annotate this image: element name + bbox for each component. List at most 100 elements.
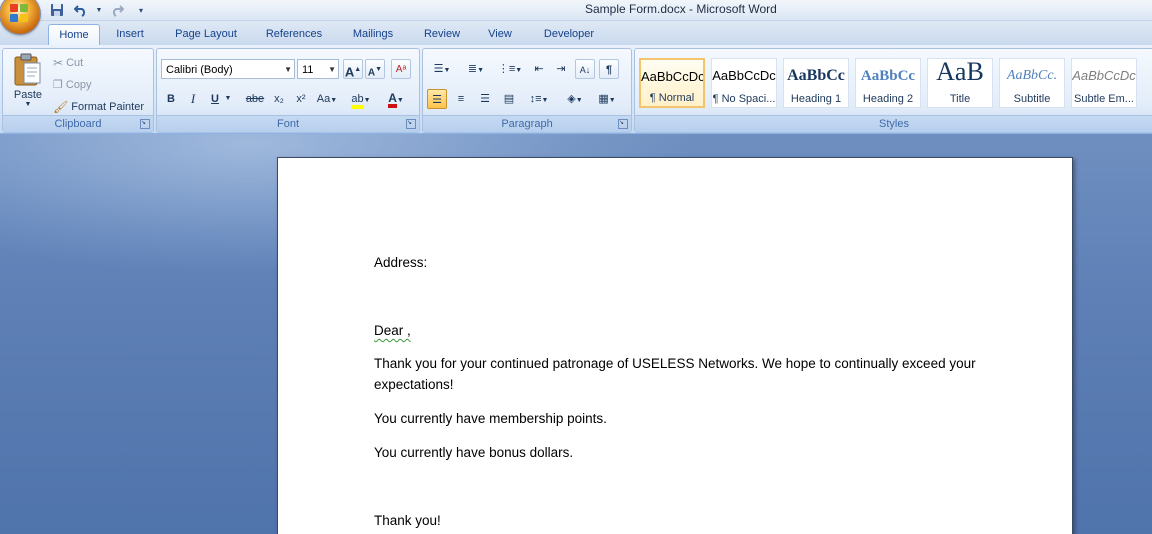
grow-font-icon: A <box>344 64 355 80</box>
copy-button[interactable]: ❐ Copy <box>53 78 92 92</box>
change-case-button[interactable]: Aa▼ <box>315 89 339 109</box>
style-name: Title <box>949 93 971 105</box>
font-name-value: Calibri (Body) <box>166 64 233 76</box>
justify-button[interactable]: ▤ <box>499 89 519 109</box>
borders-button[interactable]: ▦▼ <box>593 89 621 109</box>
decrease-indent-button[interactable]: ⇤ <box>529 59 549 79</box>
font-color-icon: A <box>388 92 397 108</box>
tab-page-layout[interactable]: Page Layout <box>168 24 244 45</box>
tab-review[interactable]: Review <box>418 24 466 45</box>
subscript-icon: x₂ <box>274 93 284 105</box>
format-painter-button[interactable]: 🖌 Format Painter <box>53 100 144 114</box>
align-center-icon: ≡ <box>457 93 465 105</box>
paragraph-group-label: Paragraph <box>423 115 631 132</box>
redo-icon[interactable] <box>108 2 126 18</box>
font-color-button[interactable]: A▼ <box>383 89 409 109</box>
font-group-label: Font <box>157 115 419 132</box>
doc-line-membership-points[interactable]: You currently have membership points. <box>374 411 607 426</box>
change-case-icon: Aa <box>316 93 331 105</box>
dialog-launcher-icon[interactable]: ↘ <box>140 119 150 129</box>
tab-home[interactable]: Home <box>48 24 100 46</box>
paste-label: Paste <box>13 89 43 101</box>
underline-icon: U <box>211 93 219 105</box>
style-sample: AaBbCc <box>787 67 845 84</box>
save-icon[interactable] <box>48 2 66 18</box>
style-no-spacing[interactable]: AaBbCcDc ¶ No Spaci... <box>711 58 777 108</box>
bold-button[interactable]: B <box>161 89 181 109</box>
increase-indent-icon: ⇥ <box>556 63 566 75</box>
customize-icon[interactable]: ▾ <box>132 2 150 18</box>
align-right-button[interactable]: ☰ <box>475 89 495 109</box>
doc-line-address[interactable]: Address: <box>374 255 427 270</box>
styles-group-label: Styles <box>635 115 1152 132</box>
line-spacing-icon: ↕≡ <box>529 93 542 105</box>
doc-line-dear[interactable]: Dear , <box>374 323 411 338</box>
style-title[interactable]: AaB Title <box>927 58 993 108</box>
dialog-launcher-icon[interactable]: ↘ <box>618 119 628 129</box>
bold-icon: B <box>167 93 175 105</box>
window-title: Sample Form.docx - Microsoft Word <box>585 2 777 16</box>
style-name: Heading 2 <box>862 93 914 105</box>
superscript-button[interactable]: x² <box>291 89 311 109</box>
ribbon-tabs: Home Insert Page Layout References Maili… <box>0 21 1152 46</box>
clear-formatting-button[interactable]: Aᵃ <box>391 59 411 79</box>
dialog-launcher-icon[interactable]: ↘ <box>406 119 416 129</box>
underline-dropdown[interactable]: ▼ <box>223 89 233 109</box>
doc-line-expectations[interactable]: expectations! <box>374 377 454 392</box>
font-size-value: 11 <box>302 64 314 76</box>
style-name: Subtle Em... <box>1074 93 1134 105</box>
tab-developer[interactable]: Developer <box>536 24 602 45</box>
font-group: Calibri (Body) ▼ 11 ▼ A▲ A▼ Aᵃ B I U ▼ a… <box>156 48 420 133</box>
style-sample: AaBbCcDc <box>641 69 703 84</box>
highlight-button[interactable]: ab▼ <box>349 89 373 109</box>
paste-button[interactable]: Paste ▼ <box>9 53 47 115</box>
shrink-font-button[interactable]: A▼ <box>365 59 385 79</box>
style-name: Subtitle <box>1013 93 1051 105</box>
chevron-down-icon: ▼ <box>224 95 232 102</box>
bullets-button[interactable]: ☰▼ <box>427 59 457 79</box>
chevron-down-icon[interactable]: ▼ <box>96 2 103 18</box>
underline-button[interactable]: U <box>205 89 225 109</box>
increase-indent-button[interactable]: ⇥ <box>551 59 571 79</box>
align-left-button[interactable]: ☰ <box>427 89 447 109</box>
paste-icon <box>14 53 41 86</box>
show-formatting-button[interactable]: ¶ <box>599 59 619 79</box>
style-normal[interactable]: AaBbCcDc ¶ Normal <box>639 58 705 108</box>
style-sample: AaBbCcDc <box>712 68 776 83</box>
subscript-button[interactable]: x₂ <box>269 89 289 109</box>
align-right-icon: ☰ <box>480 93 490 105</box>
align-center-button[interactable]: ≡ <box>451 89 471 109</box>
tab-insert[interactable]: Insert <box>110 24 150 45</box>
tab-references[interactable]: References <box>260 24 328 45</box>
style-heading-2[interactable]: AaBbCc Heading 2 <box>855 58 921 108</box>
shading-button[interactable]: ◈▼ <box>561 89 589 109</box>
justify-icon: ▤ <box>503 93 515 105</box>
doc-line-bonus-dollars[interactable]: You currently have bonus dollars. <box>374 445 573 460</box>
align-left-icon: ☰ <box>432 94 442 106</box>
style-subtitle[interactable]: AaBbCc. Subtitle <box>999 58 1065 108</box>
font-size-box[interactable]: 11 ▼ <box>297 59 339 79</box>
style-sample: AaBbCc. <box>1006 68 1058 83</box>
cut-button[interactable]: ✂ Cut <box>53 56 83 70</box>
style-subtle-emphasis[interactable]: AaBbCcDc Subtle Em... <box>1071 58 1137 108</box>
font-name-box[interactable]: Calibri (Body) ▼ <box>161 59 295 79</box>
chevron-down-icon: ▼ <box>328 65 336 74</box>
grow-font-button[interactable]: A▲ <box>343 59 363 79</box>
doc-line-closing[interactable]: Thank you! <box>374 513 441 528</box>
tab-mailings[interactable]: Mailings <box>344 24 402 45</box>
undo-icon[interactable] <box>72 2 90 18</box>
line-spacing-button[interactable]: ↕≡▼ <box>525 89 553 109</box>
cut-label: Cut <box>66 57 84 69</box>
document-page[interactable]: Address: Dear , Thank you for your conti… <box>277 157 1073 534</box>
sort-button[interactable]: A↓ <box>575 59 595 79</box>
office-logo-icon <box>10 4 30 24</box>
multilevel-list-button[interactable]: ⋮≡▼ <box>495 59 525 79</box>
tab-view[interactable]: View <box>482 24 518 45</box>
style-heading-1[interactable]: AaBbCc Heading 1 <box>783 58 849 108</box>
bullet-list-icon: ☰ <box>433 63 444 75</box>
numbering-button[interactable]: ≣▼ <box>461 59 491 79</box>
strikethrough-button[interactable]: abe <box>243 89 267 109</box>
doc-line-thank-you-para[interactable]: Thank you for your continued patronage o… <box>374 356 976 371</box>
style-name: ¶ No Spaci... <box>712 93 776 105</box>
italic-button[interactable]: I <box>183 89 203 109</box>
